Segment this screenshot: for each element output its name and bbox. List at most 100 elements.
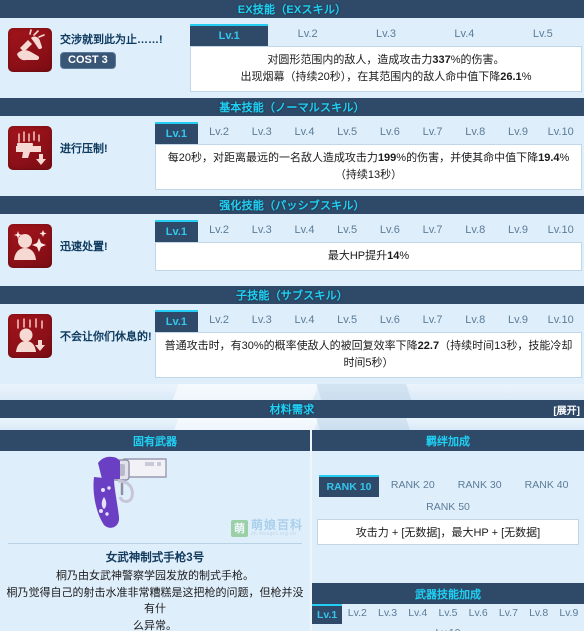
weapon-column: 固有武器 萌 萌娘百科 zh.moegirl.org.cn 女武神制式手枪3号 … (0, 430, 310, 631)
weapon-skill-tab-lv10[interactable]: Lv.10 (312, 624, 584, 631)
level-tab-lv5[interactable]: Lv.5 (326, 310, 369, 332)
weapon-skill-tab-lv4[interactable]: Lv.4 (403, 604, 433, 624)
weapon-skill-tab-lv8[interactable]: Lv.8 (524, 604, 554, 624)
bond-rank-tab-30[interactable]: RANK 30 (446, 475, 513, 497)
skill-description-passive: 最大HP提升14% (155, 242, 582, 272)
weapon-skill-tab-lv2[interactable]: Lv.2 (342, 604, 372, 624)
desc-value: 14 (387, 250, 400, 263)
desc-text: 出现烟幕（持续20秒），在其范围内的敌人命中值下降 (240, 71, 501, 84)
level-tab-lv6[interactable]: Lv.6 (369, 220, 412, 242)
level-tab-lv9[interactable]: Lv.9 (497, 310, 540, 332)
level-tab-lv5[interactable]: Lv.5 (326, 122, 369, 144)
level-tab-lv3[interactable]: Lv.3 (347, 24, 425, 46)
skill-identity-sub: 不会让你们休息的! (0, 310, 155, 359)
desc-text: 对圆形范围内的敌人，造成攻击力 (267, 54, 433, 66)
section-header-material: 材料需求 [展开] (0, 400, 584, 419)
desc-text: 每20秒，对距离最远的一名敌人造成攻击力 (167, 152, 378, 165)
weapon-desc-line: 么异常。 (133, 619, 177, 631)
section-title: 子技能（サブスキル） (236, 290, 348, 303)
desc-text: %的伤害，并使其命中值下降 (396, 152, 539, 165)
revolver-weapon-icon (93, 457, 167, 529)
skill-meta-ex: 交涉就到此为止……! COST 3 (52, 31, 163, 69)
weapon-skill-tab-lv9[interactable]: Lv.9 (554, 604, 584, 624)
column-title: 固有武器 (133, 435, 177, 448)
bond-body: RANK 10 RANK 20 RANK 30 RANK 40 RANK 50 … (312, 451, 584, 546)
watermark-badge: 萌 (230, 519, 248, 537)
bond-column-header: 羁绊加成 (312, 430, 584, 452)
weapon-skill-tab-lv6[interactable]: Lv.6 (463, 604, 493, 624)
level-tab-lv7[interactable]: Lv.7 (411, 122, 454, 144)
level-tab-lv1[interactable]: Lv.1 (155, 220, 198, 243)
column-title: 羁绊加成 (426, 435, 470, 448)
level-tab-lv10[interactable]: Lv.10 (539, 122, 582, 144)
skill-name: 不会让你们休息的! (60, 331, 152, 344)
bond-rank-tab-20[interactable]: RANK 20 (379, 475, 446, 497)
level-tab-lv7[interactable]: Lv.7 (411, 220, 454, 242)
skill-block-ex: 交涉就到此为止……! COST 3 Lv.1 Lv.2 Lv.3 Lv.4 Lv… (0, 18, 584, 99)
weapon-skill-tab-lv5[interactable]: Lv.5 (433, 604, 463, 624)
bond-rank-tab-10[interactable]: RANK 10 (318, 475, 380, 498)
skill-meta-sub: 不会让你们休息的! (52, 328, 152, 344)
weapon-skill-tab-lv7[interactable]: Lv.7 (493, 604, 523, 624)
weapon-column-header: 固有武器 (0, 430, 310, 452)
level-tab-lv2[interactable]: Lv.2 (268, 24, 346, 46)
level-tab-lv1[interactable]: Lv.1 (190, 24, 269, 46)
level-tab-list-ex: Lv.1 Lv.2 Lv.3 Lv.4 Lv.5 (190, 24, 582, 46)
character-down-arrow-skill-icon (8, 314, 52, 359)
level-tab-list-sub: Lv.1 Lv.2 Lv.3 Lv.4 Lv.5 Lv.6 Lv.7 Lv.8 … (155, 310, 582, 333)
level-tab-lv8[interactable]: Lv.8 (454, 122, 497, 144)
level-tab-lv1[interactable]: Lv.1 (155, 122, 198, 145)
level-tab-lv2[interactable]: Lv.2 (198, 220, 241, 242)
weapon-description: 桐乃由女武神警察学园发放的制式手枪。 桐乃觉得自己的射击水准非常糟糕是这把枪的问… (0, 568, 310, 631)
level-tab-lv3[interactable]: Lv.3 (240, 220, 283, 242)
level-tab-lv4[interactable]: Lv.4 (283, 122, 326, 144)
weapon-desc-line: 桐乃由女武神警察学园发放的制式手枪。 (56, 570, 254, 583)
level-tab-lv9[interactable]: Lv.9 (497, 122, 540, 144)
level-tab-lv5[interactable]: Lv.5 (504, 24, 582, 46)
level-tab-lv4[interactable]: Lv.4 (283, 310, 326, 332)
level-tab-lv6[interactable]: Lv.6 (369, 122, 412, 144)
section-header-passive-skill: 强化技能（パッシブスキル） (0, 196, 584, 215)
level-tab-lv9[interactable]: Lv.9 (497, 220, 540, 242)
level-tab-lv8[interactable]: Lv.8 (454, 310, 497, 332)
level-tab-lv2[interactable]: Lv.2 (198, 122, 241, 144)
desc-text: 最大HP提升 (327, 250, 388, 263)
bond-rank-tab-50[interactable]: RANK 50 (316, 497, 580, 517)
section-title: 材料需求 (269, 404, 315, 417)
section-header-sub-skill: 子技能（サブスキル） (0, 286, 584, 305)
skill-name: 进行压制! (60, 143, 108, 156)
weapon-name: 女武神制式手枪3号 (105, 552, 205, 565)
weapon-skill-header: 武器技能加成 (312, 583, 584, 605)
skill-detail-passive: Lv.1 Lv.2 Lv.3 Lv.4 Lv.5 Lv.6 Lv.7 Lv.8 … (155, 220, 584, 272)
level-tab-list-normal: Lv.1 Lv.2 Lv.3 Lv.4 Lv.5 Lv.6 Lv.7 Lv.8 … (155, 122, 582, 145)
level-tab-lv8[interactable]: Lv.8 (454, 220, 497, 242)
level-tab-lv2[interactable]: Lv.2 (198, 310, 241, 332)
level-tab-lv7[interactable]: Lv.7 (411, 310, 454, 332)
handshake-skill-icon (8, 28, 52, 72)
level-tab-lv5[interactable]: Lv.5 (326, 220, 369, 242)
skill-identity-normal: 进行压制! (0, 122, 155, 171)
sparkle-character-skill-icon (8, 224, 52, 269)
level-tab-lv6[interactable]: Lv.6 (369, 310, 412, 332)
level-tab-lv10[interactable]: Lv.10 (539, 310, 582, 332)
weapon-art-area: 萌 萌娘百科 zh.moegirl.org.cn (0, 451, 310, 544)
weapon-desc-line: 桐乃觉得自己的射击水准非常糟糕是这把枪的问题，但枪并没有什 (6, 586, 304, 616)
skill-block-normal: 进行压制! Lv.1 Lv.2 Lv.3 Lv.4 Lv.5 Lv.6 Lv.7… (0, 116, 584, 197)
level-tab-lv3[interactable]: Lv.3 (240, 122, 283, 144)
desc-text: 普通攻击时，有30%的概率使敌人的被回复效率下降 (164, 340, 418, 353)
bond-rank-tab-40[interactable]: RANK 40 (513, 475, 580, 497)
level-tab-lv1[interactable]: Lv.1 (155, 310, 198, 333)
level-tab-lv4[interactable]: Lv.4 (425, 24, 503, 46)
level-tab-list-passive: Lv.1 Lv.2 Lv.3 Lv.4 Lv.5 Lv.6 Lv.7 Lv.8 … (155, 220, 582, 243)
section-header-ex-skill: EX技能（EXスキル） (0, 0, 584, 18)
bond-stat-box: 攻击力 + [无数据]，最大HP + [无数据] (317, 519, 579, 546)
level-tab-lv10[interactable]: Lv.10 (539, 220, 582, 242)
level-tab-lv4[interactable]: Lv.4 (283, 220, 326, 242)
desc-text: %的伤害。 (450, 54, 505, 66)
weapon-skill-tab-lv1[interactable]: Lv.1 (312, 604, 343, 625)
expand-toggle[interactable]: [展开] (553, 402, 580, 417)
skill-block-sub: 不会让你们休息的! Lv.1 Lv.2 Lv.3 Lv.4 Lv.5 Lv.6 … (0, 304, 584, 385)
level-tab-lv3[interactable]: Lv.3 (240, 310, 283, 332)
weapon-skill-tab-lv3[interactable]: Lv.3 (372, 604, 402, 624)
desc-value: 26.1 (500, 71, 522, 84)
